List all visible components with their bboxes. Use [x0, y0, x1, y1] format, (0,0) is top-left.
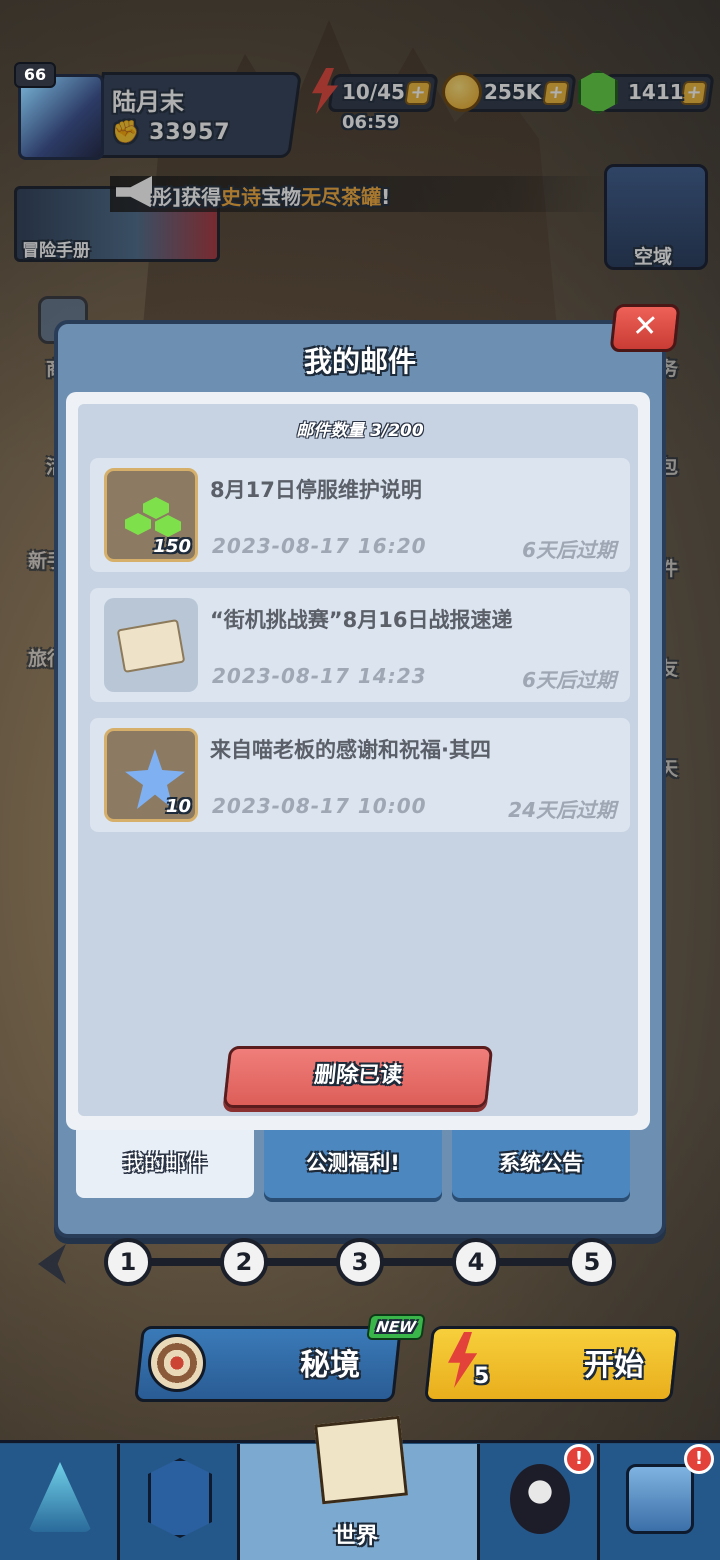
- mail-expiry: 24天后过期: [508, 798, 616, 822]
- nav-world-label: 世界: [334, 1524, 379, 1549]
- blue-star-crystal-icon: 10: [104, 728, 198, 822]
- mail-item[interactable]: 150 8月17日停服维护说明 2023-08-17 16:20 6天后过期: [90, 458, 630, 572]
- nav-item-gear[interactable]: [120, 1444, 240, 1560]
- green-gems-icon: 150: [104, 468, 198, 562]
- start-energy-cost: 5: [474, 1364, 490, 1389]
- mail-title: 8月17日停服维护说明: [210, 478, 422, 502]
- mail-count: 邮件数量 3/200: [296, 421, 424, 441]
- stage-node[interactable]: 3: [336, 1238, 384, 1286]
- delete-read-button[interactable]: 删除已读: [222, 1046, 494, 1108]
- mail-date: 2023-08-17 10:00: [212, 794, 427, 818]
- mail-expiry: 6天后过期: [522, 668, 616, 692]
- guild-house-icon: [626, 1464, 694, 1534]
- mail-title: “街机挑战赛”8月16日战报速递: [210, 608, 513, 632]
- target-icon: [148, 1334, 206, 1392]
- gem-shape: [143, 497, 169, 519]
- secret-realm-label: 秘境: [300, 1348, 360, 1383]
- stage-node[interactable]: 2: [220, 1238, 268, 1286]
- rune-shield-icon: [148, 1458, 212, 1538]
- nav-item-hero[interactable]: [0, 1444, 120, 1560]
- tab-my-mail-label: 我的邮件: [123, 1151, 207, 1175]
- envelope-icon: [104, 598, 198, 692]
- tab-system-notice[interactable]: 系统公告: [452, 1128, 630, 1198]
- mail-item[interactable]: 10 来自喵老板的感谢和祝福·其四 2023-08-17 10:00 24天后过…: [90, 718, 630, 832]
- player-level-badge: 66: [14, 62, 56, 88]
- mail-date: 2023-08-17 16:20: [212, 534, 427, 558]
- gem-shape: [125, 513, 151, 535]
- crystal-tower-icon: [28, 1462, 92, 1532]
- close-button[interactable]: ✕: [609, 304, 681, 352]
- gem-shape: [155, 515, 181, 537]
- stage-node[interactable]: 5: [568, 1238, 616, 1286]
- tab-open-beta-welfare[interactable]: 公测福利!: [264, 1128, 442, 1198]
- mail-item[interactable]: “街机挑战赛”8月16日战报速递 2023-08-17 14:23 6天后过期: [90, 588, 630, 702]
- world-map-icon: [314, 1415, 408, 1505]
- tab-my-mail[interactable]: 我的邮件: [76, 1128, 254, 1198]
- envelope-shape: [116, 618, 186, 674]
- start-label: 开始: [584, 1348, 644, 1383]
- notification-badge: !: [564, 1444, 594, 1474]
- gems-cluster: [125, 495, 183, 539]
- mail-date: 2023-08-17 14:23: [212, 664, 427, 688]
- reward-quantity: 150: [153, 536, 191, 557]
- stage-node[interactable]: 1: [104, 1238, 152, 1286]
- stage-node[interactable]: 4: [452, 1238, 500, 1286]
- notification-badge: !: [684, 1444, 714, 1474]
- pet-icon: [510, 1464, 570, 1534]
- reward-quantity: 10: [165, 796, 191, 817]
- mail-title: 来自喵老板的感谢和祝福·其四: [210, 738, 491, 762]
- mail-expiry: 6天后过期: [522, 538, 616, 562]
- new-badge: NEW: [366, 1314, 426, 1340]
